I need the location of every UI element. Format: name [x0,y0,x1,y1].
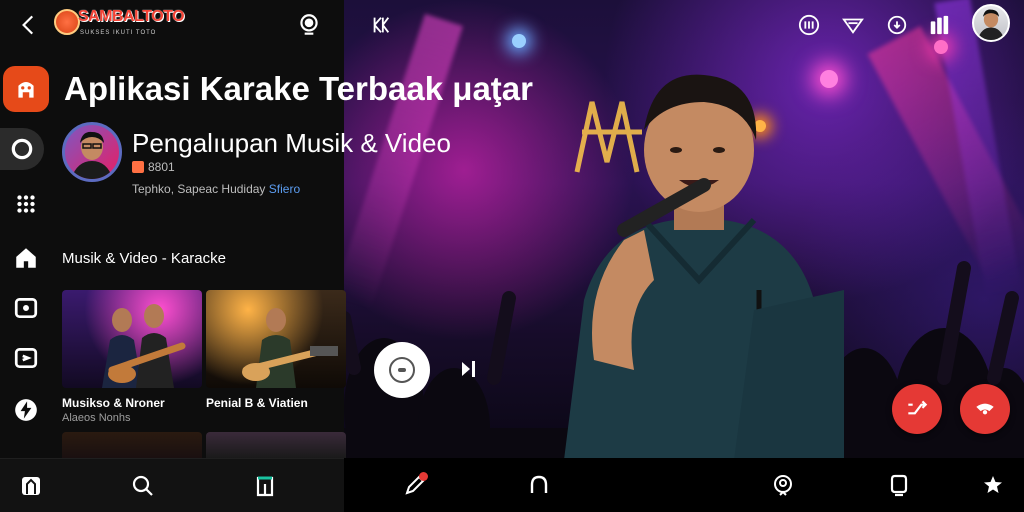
avatar[interactable] [972,4,1010,42]
channel-meta: 8801 [132,160,175,174]
video-thumbnail-partial[interactable] [62,432,202,458]
section-title: Musik & Video - Karacke [62,250,226,267]
headphones-icon [530,475,548,493]
wifi-icon[interactable] [840,12,866,38]
library-icon [22,477,40,495]
card-title: Musikso & Nroner [62,396,165,410]
star-icon [984,476,1002,493]
dots-grid-icon [17,195,35,213]
app-logo[interactable]: SAMBALTOTO SUKSES IKUTI TOTO [54,7,185,43]
search-icon[interactable] [296,12,322,38]
page-title: Aplikasi Karake Terbaak μaţar [64,70,533,107]
channel-name[interactable]: Pengalıupan Musik & Video [132,128,451,159]
video-thumbnail-partial[interactable] [206,432,346,458]
home-icon [18,81,34,98]
channel-tags: Tephko, Sapeac Hudiday Sfiero [132,182,300,196]
channel-count: 8801 [148,160,175,174]
logo-badge [54,9,80,35]
play-circle-icon [389,357,415,383]
shuffle-icon [908,400,928,415]
notification-dot [419,472,428,481]
video-thumbnail [62,290,202,388]
nav-headphones[interactable] [524,470,554,500]
spinner-icon [11,138,33,160]
channel-tags-link[interactable]: Sfiero [269,182,300,196]
nav-location[interactable] [768,470,798,500]
back-arrow-icon[interactable] [16,12,42,38]
nav-draw[interactable] [400,470,430,500]
bottom-nav-right [344,458,1024,512]
nav-search[interactable] [128,471,158,501]
rail-home-button[interactable] [3,66,49,112]
search-icon [132,475,153,496]
video-player[interactable] [344,0,1024,458]
rail-item-spinner[interactable] [0,128,44,170]
badge-icon [132,161,144,173]
rail-item-cast[interactable] [8,340,44,376]
channel-avatar[interactable] [62,122,122,182]
nav-library[interactable] [16,471,46,501]
house-icon [16,248,36,268]
channel-tags-text: Tephko, Sapeac Hudiday [132,182,269,196]
card-title: Penial B & Viatien [206,396,308,410]
tv-icon [14,297,38,319]
record-button[interactable] [960,384,1010,434]
skip-next-icon[interactable] [460,358,478,380]
shuffle-button[interactable] [892,384,942,434]
logo-title: SAMBALTOTO [78,8,185,25]
video-thumbnail [206,290,346,388]
cast-refresh-icon[interactable] [884,12,910,38]
kk-icon[interactable] [368,12,394,38]
singer-figure [564,74,844,458]
nav-chat[interactable] [884,470,914,500]
chat-icon [890,474,908,497]
bottom-nav-left [0,458,344,512]
subtitles-icon[interactable] [796,12,822,38]
equalizer-icon[interactable] [926,12,952,38]
location-icon [774,475,792,496]
nav-star[interactable] [978,470,1008,500]
top-bar: SAMBALTOTO SUKSES IKUTI TOTO [0,0,344,50]
card-subtitle: Alaeos Nonhs [62,412,131,424]
logo-subtitle: SUKSES IKUTI TOTO [80,30,157,36]
cast-icon [14,347,38,369]
channel-panel: SAMBALTOTO SUKSES IKUTI TOTO Aplikasi Ka… [0,0,533,458]
nav-bookmark[interactable] [250,471,280,501]
rail-item-bolt[interactable] [8,392,44,428]
bolt-icon [15,399,37,421]
play-pause-button[interactable] [374,342,430,398]
rail-item-house[interactable] [8,240,44,276]
stage-light [934,40,948,54]
record-icon [976,403,994,415]
rail-item-tv[interactable] [8,290,44,326]
stage-light [512,34,526,48]
bookmark-icon [256,476,274,497]
rail-item-dots[interactable] [8,186,44,222]
